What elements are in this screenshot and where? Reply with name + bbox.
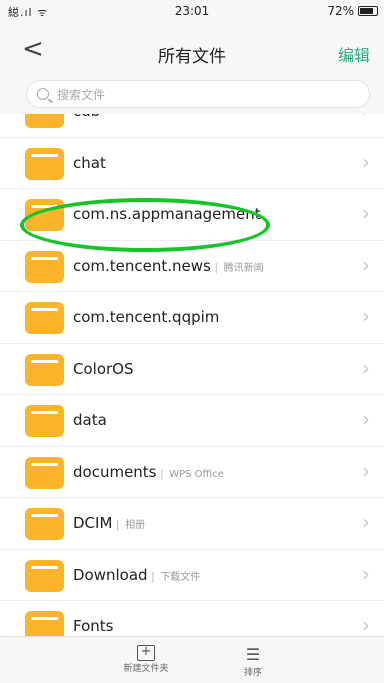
folder-icon <box>25 559 64 592</box>
file-name-text: ColorOS <box>73 359 134 378</box>
file-name: Fonts <box>73 617 113 635</box>
edit-button[interactable]: 编辑 <box>338 42 370 66</box>
file-subtitle: 腾讯新闻 <box>223 262 264 274</box>
chevron-right-icon: › <box>362 201 370 225</box>
list-item[interactable]: data › <box>0 395 384 447</box>
header: < 所有文件 编辑 <box>0 22 384 80</box>
file-name-text: com.tencent.qqpim <box>73 308 220 326</box>
chevron-right-icon: › <box>362 407 370 431</box>
folder-icon <box>25 114 64 128</box>
list-item[interactable]: Fonts › <box>0 601 384 636</box>
file-name-text: chat <box>73 153 106 172</box>
file-name-text: data <box>73 411 107 429</box>
file-subtitle: WPS Office <box>169 468 224 480</box>
file-name: com.tencent.news | 腾讯新闻 <box>73 257 264 275</box>
search-input[interactable]: 搜索文件 <box>26 80 370 108</box>
search-bar: 搜索文件 <box>0 80 384 114</box>
chevron-right-icon: › <box>362 149 370 174</box>
list-item[interactable]: com.tencent.news | 腾讯新闻 › <box>0 241 384 292</box>
list-item[interactable]: chat › <box>0 138 384 189</box>
folder-icon <box>25 302 64 334</box>
bottom-toolbar: + 新建文件夹 ☰ 排序 <box>0 636 384 683</box>
folder-icon <box>25 611 64 636</box>
folder-icon <box>25 353 64 386</box>
chevron-right-icon: › <box>362 561 370 586</box>
list-item[interactable]: cdb › <box>0 114 384 138</box>
separator: | <box>112 518 124 531</box>
file-name: com.ns.appmanagement <box>73 205 261 223</box>
file-name: documents | WPS Office <box>73 463 224 481</box>
file-subtitle: 相册 <box>125 520 146 531</box>
new-folder-label: 新建文件夹 <box>123 664 169 674</box>
file-name-text: Download <box>73 565 148 584</box>
folder-icon <box>25 199 64 231</box>
search-icon <box>37 88 49 100</box>
page-title: 所有文件 <box>158 47 226 67</box>
battery-icon <box>358 6 378 16</box>
separator: | <box>156 466 168 480</box>
separator: | <box>210 260 222 274</box>
folder-icon <box>25 508 64 540</box>
list-item[interactable]: documents | WPS Office › <box>0 447 384 498</box>
file-name: com.tencent.qqpim <box>73 308 219 326</box>
sort-button[interactable]: ☰ 排序 <box>228 645 278 678</box>
chevron-right-icon: › <box>362 252 370 277</box>
chevron-right-icon: › <box>362 304 370 328</box>
file-name: cdb <box>73 114 100 120</box>
separator: | <box>147 569 159 583</box>
file-name-text: DCIM <box>73 514 113 532</box>
list-item[interactable]: com.tencent.qqpim › <box>0 292 384 344</box>
list-item[interactable]: DCIM | 相册 › <box>0 498 384 550</box>
chevron-right-icon: › <box>362 613 370 636</box>
chevron-right-icon: › <box>362 510 370 534</box>
battery-fill <box>360 8 373 14</box>
list-item[interactable]: Download | 下载文件 › <box>0 550 384 601</box>
battery-status: 72% <box>327 4 378 18</box>
chevron-right-icon: › <box>362 114 370 122</box>
file-name: Download | 下载文件 <box>73 566 200 584</box>
file-name-text: documents <box>73 462 157 481</box>
list-item[interactable]: com.ns.appmanagement › <box>0 189 384 241</box>
new-folder-button[interactable]: + 新建文件夹 <box>118 645 174 674</box>
folder-icon <box>25 405 64 437</box>
file-name-text: com.ns.appmanagement <box>73 205 261 223</box>
file-name: DCIM | 相册 <box>73 514 145 532</box>
file-name-text: com.tencent.news <box>73 256 211 275</box>
file-name: chat <box>73 154 106 172</box>
file-subtitle: 下载文件 <box>160 571 201 583</box>
sort-label: 排序 <box>243 668 262 678</box>
folder-icon <box>25 250 64 283</box>
new-folder-icon: + <box>137 645 155 661</box>
sort-icon: ☰ <box>245 645 261 664</box>
list-item[interactable]: ColorOS › <box>0 344 384 395</box>
file-name-text: cdb <box>73 114 100 120</box>
file-list[interactable]: cdb›chat›com.ns.appmanagement›com.tencen… <box>0 114 384 636</box>
folder-icon <box>25 456 64 489</box>
file-name: ColorOS <box>73 360 134 378</box>
status-bar: 縂.ıl ᯤ 23:01 72% <box>0 0 384 22</box>
folder-icon <box>25 147 64 180</box>
chevron-right-icon: › <box>362 458 370 483</box>
file-name-text: Fonts <box>73 617 114 635</box>
file-name: data <box>73 411 107 429</box>
chevron-right-icon: › <box>362 355 370 380</box>
search-placeholder: 搜索文件 <box>57 87 106 102</box>
battery-percent: 72% <box>327 4 354 18</box>
